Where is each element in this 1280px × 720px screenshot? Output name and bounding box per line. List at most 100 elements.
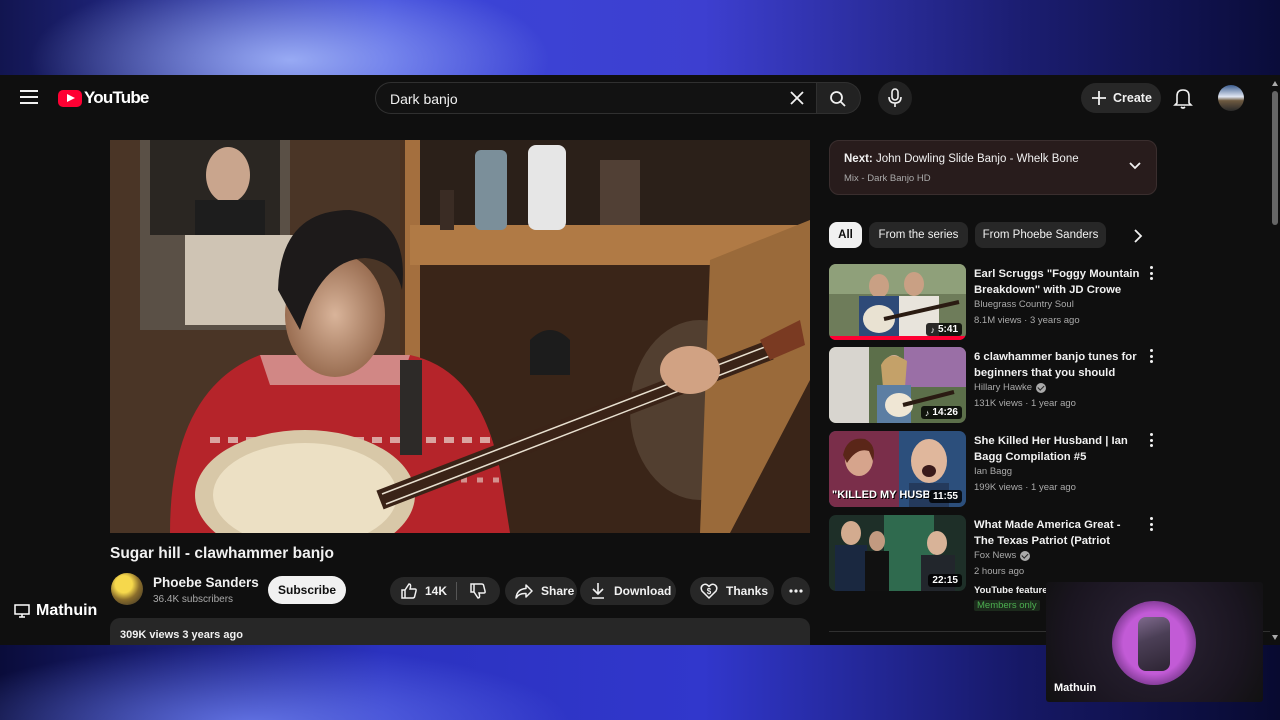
- video-frame: [110, 140, 810, 533]
- chevron-down-icon[interactable]: [1128, 161, 1142, 171]
- thanks-icon: $: [700, 583, 718, 600]
- channel-name: Fox News: [974, 550, 1017, 561]
- voice-search-button[interactable]: [878, 81, 912, 115]
- participant-avatar: [1138, 617, 1170, 671]
- recommendation-meta: 2 hours ago: [974, 566, 1025, 577]
- video-title: Sugar hill - clawhammer banjo: [110, 545, 334, 562]
- recommendation-item[interactable]: "KILLED MY HUSB 11:55 She Killed Her Hus…: [829, 431, 1159, 509]
- thanks-button[interactable]: $ Thanks: [690, 577, 774, 605]
- more-icon[interactable]: [1147, 433, 1155, 451]
- svg-text:$: $: [707, 587, 712, 596]
- search-button[interactable]: [817, 82, 861, 114]
- mic-icon: [888, 88, 902, 107]
- chip-all[interactable]: All: [829, 222, 862, 248]
- chevron-right-icon[interactable]: [1128, 226, 1148, 246]
- download-label: Download: [614, 584, 672, 598]
- video-duration: ♪ 5:41: [926, 323, 962, 336]
- up-next-line: Next: John Dowling Slide Banjo - Whelk B…: [844, 153, 1079, 165]
- plus-icon: [1092, 91, 1106, 105]
- download-button[interactable]: Download: [580, 577, 676, 605]
- video-thumbnail[interactable]: 22:15: [829, 515, 966, 591]
- share-icon: [515, 584, 533, 599]
- chip-from-series[interactable]: From the series: [869, 222, 968, 248]
- subscribe-button[interactable]: Subscribe: [268, 576, 346, 604]
- channel-avatar[interactable]: [111, 573, 143, 605]
- youtube-logo-icon: [58, 89, 82, 107]
- more-icon[interactable]: [1147, 266, 1155, 284]
- youtube-logo[interactable]: YouTube: [58, 88, 149, 108]
- recommendation-channel[interactable]: Hillary Hawke: [974, 382, 1047, 393]
- screen-share-name: Mathuin: [36, 602, 98, 619]
- scroll-down-arrow[interactable]: [1272, 635, 1278, 640]
- thumbnail-caption: "KILLED MY HUSB: [832, 489, 931, 501]
- menu-icon[interactable]: [20, 90, 38, 104]
- search-input[interactable]: [388, 83, 782, 115]
- duration-text: 14:26: [932, 407, 958, 418]
- participant-name: Mathuin: [1054, 682, 1097, 694]
- views-and-date: 309K views 3 years ago: [120, 629, 243, 641]
- share-button[interactable]: Share: [505, 577, 577, 605]
- recommendation-meta: 199K views · 1 year ago: [974, 482, 1076, 493]
- music-note-icon: ♪: [924, 407, 930, 418]
- recommendation-channel[interactable]: Fox News: [974, 550, 1031, 561]
- more-icon[interactable]: [1147, 349, 1155, 367]
- video-duration: ♪ 14:26: [920, 406, 962, 419]
- screen-share-label: Mathuin: [14, 602, 97, 620]
- more-icon: [788, 589, 803, 593]
- scroll-up-arrow[interactable]: [1272, 81, 1278, 86]
- duration-text: 22:15: [932, 575, 958, 586]
- recommendation-meta: 8.1M views · 3 years ago: [974, 315, 1080, 326]
- duration-text: 11:55: [932, 491, 958, 502]
- create-button[interactable]: Create: [1081, 83, 1161, 113]
- chip-from-channel[interactable]: From Phoebe Sanders: [975, 222, 1106, 248]
- recommendation-item[interactable]: ♪ 14:26 6 clawhammer banjo tunes for beg…: [829, 347, 1159, 425]
- channel-name: Ian Bagg: [974, 466, 1013, 477]
- dislike-icon: [470, 583, 486, 599]
- video-player[interactable]: [110, 140, 810, 533]
- members-only-badge: Members only: [974, 600, 1040, 611]
- recommendation-title[interactable]: Earl Scruggs "Foggy Mountain Breakdown" …: [974, 266, 1142, 298]
- video-thumbnail[interactable]: "KILLED MY HUSB 11:55: [829, 431, 966, 507]
- up-next-card[interactable]: Next: John Dowling Slide Banjo - Whelk B…: [829, 140, 1157, 195]
- description-box[interactable]: 309K views 3 years ago: [110, 618, 810, 645]
- account-avatar[interactable]: [1218, 85, 1244, 111]
- recommendation-title[interactable]: She Killed Her Husband | Ian Bagg Compil…: [974, 433, 1142, 465]
- video-duration: 22:15: [928, 574, 962, 587]
- create-label: Create: [1113, 91, 1152, 105]
- up-next-subtitle: Mix - Dark Banjo HD: [844, 173, 931, 184]
- music-note-icon: ♪: [930, 324, 935, 335]
- recommendation-title[interactable]: 6 clawhammer banjo tunes for beginners t…: [974, 349, 1142, 381]
- up-next-title: John Dowling Slide Banjo - Whelk Bone: [875, 153, 1079, 165]
- youtube-window: YouTube Create: [0, 75, 1280, 645]
- recommendation-item[interactable]: ♪ 5:41 Earl Scruggs "Foggy Mountain Brea…: [829, 264, 1159, 342]
- channel-name[interactable]: Phoebe Sanders: [153, 575, 259, 590]
- subscriber-count: 36.4K subscribers: [153, 594, 234, 605]
- page-scrollbar[interactable]: [1270, 75, 1280, 645]
- logo-text: YouTube: [84, 88, 149, 107]
- recommendation-channel[interactable]: Bluegrass Country Soul: [974, 299, 1074, 310]
- recommendation-title[interactable]: What Made America Great - The Texas Patr…: [974, 517, 1142, 549]
- like-button[interactable]: 14K: [390, 577, 456, 605]
- verified-icon: [1036, 382, 1047, 393]
- recommendation-channel[interactable]: Ian Bagg: [974, 466, 1012, 477]
- video-thumbnail[interactable]: ♪ 5:41: [829, 264, 966, 340]
- channel-name: Bluegrass Country Soul: [974, 299, 1074, 310]
- like-icon: [401, 583, 417, 599]
- recommendation-meta: 131K views · 1 year ago: [974, 398, 1076, 409]
- like-count: 14K: [425, 584, 448, 598]
- video-thumbnail[interactable]: ♪ 14:26: [829, 347, 966, 423]
- featured-label: YouTube featured: [974, 585, 1054, 596]
- more-icon[interactable]: [1147, 517, 1155, 535]
- dislike-button[interactable]: [457, 577, 499, 605]
- channel-name: Hillary Hawke: [974, 382, 1033, 393]
- webcam-tile: Mathuin: [1046, 582, 1263, 702]
- up-next-prefix: Next:: [844, 153, 873, 165]
- verified-icon: [1020, 550, 1031, 561]
- search-box: [375, 82, 817, 115]
- monitor-icon: [14, 604, 30, 618]
- more-actions-button[interactable]: [781, 577, 810, 605]
- scroll-thumb[interactable]: [1272, 91, 1278, 225]
- clear-icon[interactable]: [788, 89, 806, 107]
- bell-icon[interactable]: [1172, 86, 1194, 110]
- members-label: Members only: [977, 600, 1037, 611]
